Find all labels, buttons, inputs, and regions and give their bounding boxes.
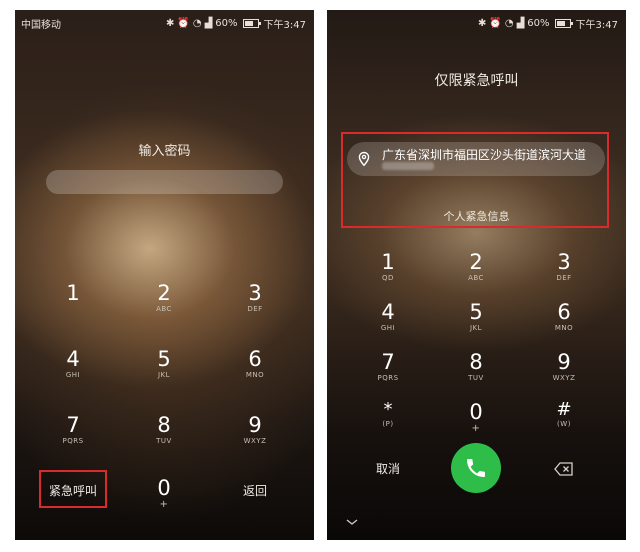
bluetooth-icon: ✱ bbox=[166, 17, 175, 29]
signal-icon: ▟ bbox=[516, 17, 525, 29]
key-letters: DEF bbox=[247, 305, 263, 313]
page-title: 输入密码 bbox=[138, 144, 191, 159]
key-letters: WXYZ bbox=[552, 374, 576, 382]
key-letters: (P) bbox=[382, 420, 394, 428]
emergency-dialer-screen: ✱ ⏰ ◔ ▟ 60% 下午3:47 仅限紧急呼叫 广东省深圳市福田区沙头街道滨… bbox=[327, 10, 626, 540]
key-digit: 0 bbox=[469, 400, 483, 424]
key-letters: MNO bbox=[245, 371, 265, 379]
key-4[interactable]: 4 GHI bbox=[33, 347, 113, 380]
call-button[interactable] bbox=[451, 443, 501, 493]
key-digit: 0 bbox=[157, 476, 171, 500]
key-digit: # bbox=[556, 399, 572, 420]
battery-icon bbox=[242, 19, 261, 28]
key-3[interactable]: 3 DEF bbox=[524, 250, 604, 283]
battery-percent: 60% bbox=[527, 18, 550, 29]
key-letters: MNO bbox=[554, 324, 574, 332]
key-digit: 8 bbox=[469, 350, 483, 374]
key-digit: 5 bbox=[157, 347, 171, 371]
key-digit: 6 bbox=[248, 347, 262, 371]
key-digit: 8 bbox=[157, 413, 171, 437]
chevron-down-icon[interactable] bbox=[345, 517, 359, 527]
key-letters: JKL bbox=[469, 324, 483, 332]
key-digit: 1 bbox=[66, 281, 80, 305]
key-letters: WXYZ bbox=[243, 437, 267, 445]
page-title: 仅限紧急呼叫 bbox=[434, 73, 519, 89]
alarm-icon: ⏰ bbox=[489, 17, 502, 29]
key-digit: 7 bbox=[66, 413, 80, 437]
key-digit: 5 bbox=[469, 300, 483, 324]
key-letters: GHI bbox=[380, 324, 396, 332]
key-letters: + bbox=[471, 423, 481, 434]
key-star[interactable]: * (P) bbox=[348, 400, 428, 429]
key-1[interactable]: 1 QD bbox=[348, 250, 428, 283]
status-time: 下午3:47 bbox=[575, 20, 618, 31]
key-5[interactable]: 5 JKL bbox=[436, 300, 516, 333]
key-digit: 4 bbox=[381, 300, 395, 324]
key-hash[interactable]: # (W) bbox=[524, 400, 604, 429]
key-letters: ABC bbox=[156, 305, 172, 313]
key-letters: TUV bbox=[468, 374, 484, 382]
key-digit: 2 bbox=[157, 281, 171, 305]
back-button[interactable]: 返回 bbox=[225, 482, 285, 499]
key-8[interactable]: 8 TUV bbox=[124, 413, 204, 446]
key-digit: 3 bbox=[248, 281, 262, 305]
key-letters: GHI bbox=[65, 371, 81, 379]
key-digit: 2 bbox=[469, 250, 483, 274]
key-2[interactable]: 2 ABC bbox=[436, 250, 516, 283]
cancel-button[interactable]: 取消 bbox=[358, 460, 418, 477]
status-bar: 中国移动 ✱ ⏰ ◔ ▟ 60% 下午3:47 bbox=[15, 16, 314, 32]
key-digit: 3 bbox=[557, 250, 571, 274]
key-9[interactable]: 9 WXYZ bbox=[215, 413, 295, 446]
wifi-icon: ◔ bbox=[504, 17, 514, 29]
key-letters: PQRS bbox=[377, 374, 399, 382]
emergency-call-button[interactable]: 紧急呼叫 bbox=[39, 482, 107, 499]
status-bar: ✱ ⏰ ◔ ▟ 60% 下午3:47 bbox=[327, 16, 626, 32]
key-digit: 6 bbox=[557, 300, 571, 324]
location-card[interactable]: 广东省深圳市福田区沙头街道滨河大道 bbox=[347, 142, 605, 176]
key-3[interactable]: 3 DEF bbox=[215, 281, 295, 314]
key-6[interactable]: 6 MNO bbox=[215, 347, 295, 380]
key-7[interactable]: 7 PQRS bbox=[33, 413, 113, 446]
key-digit: 9 bbox=[557, 350, 571, 374]
battery-icon bbox=[554, 19, 573, 28]
key-1[interactable]: 1 bbox=[33, 281, 113, 305]
key-8[interactable]: 8 TUV bbox=[436, 350, 516, 383]
key-letters: (W) bbox=[557, 420, 571, 428]
key-0[interactable]: 0 + bbox=[436, 400, 516, 434]
key-digit: 1 bbox=[381, 250, 395, 274]
key-2[interactable]: 2 ABC bbox=[124, 281, 204, 314]
key-7[interactable]: 7 PQRS bbox=[348, 350, 428, 383]
key-0[interactable]: 0 + bbox=[124, 476, 204, 510]
key-letters: TUV bbox=[156, 437, 172, 445]
location-address: 广东省深圳市福田区沙头街道滨河大道 bbox=[382, 148, 587, 162]
status-time: 下午3:47 bbox=[263, 20, 306, 31]
alarm-icon: ⏰ bbox=[177, 17, 190, 29]
key-digit: 7 bbox=[381, 350, 395, 374]
key-letters: QD bbox=[382, 274, 394, 282]
key-letters: JKL bbox=[157, 371, 171, 379]
personal-emergency-info-link[interactable]: 个人紧急信息 bbox=[327, 208, 626, 224]
key-letters: DEF bbox=[556, 274, 572, 282]
blurred-address-detail bbox=[382, 162, 434, 170]
phone-icon bbox=[467, 459, 485, 477]
key-digit: * bbox=[383, 399, 393, 420]
key-digit: 4 bbox=[66, 347, 80, 371]
location-pin-icon bbox=[358, 151, 370, 167]
bluetooth-icon: ✱ bbox=[478, 17, 487, 29]
key-letters: + bbox=[159, 499, 169, 510]
key-6[interactable]: 6 MNO bbox=[524, 300, 604, 333]
battery-percent: 60% bbox=[215, 18, 238, 29]
lock-screen-password: 中国移动 ✱ ⏰ ◔ ▟ 60% 下午3:47 输入密码 1 2 ABC 3 D… bbox=[15, 10, 314, 540]
password-input[interactable] bbox=[46, 170, 283, 194]
backspace-icon[interactable] bbox=[554, 462, 574, 476]
key-digit: 9 bbox=[248, 413, 262, 437]
wifi-icon: ◔ bbox=[192, 17, 202, 29]
key-letters: ABC bbox=[468, 274, 484, 282]
key-9[interactable]: 9 WXYZ bbox=[524, 350, 604, 383]
signal-icon: ▟ bbox=[204, 17, 213, 29]
key-4[interactable]: 4 GHI bbox=[348, 300, 428, 333]
key-letters: PQRS bbox=[62, 437, 84, 445]
carrier-label: 中国移动 bbox=[21, 20, 61, 31]
key-5[interactable]: 5 JKL bbox=[124, 347, 204, 380]
